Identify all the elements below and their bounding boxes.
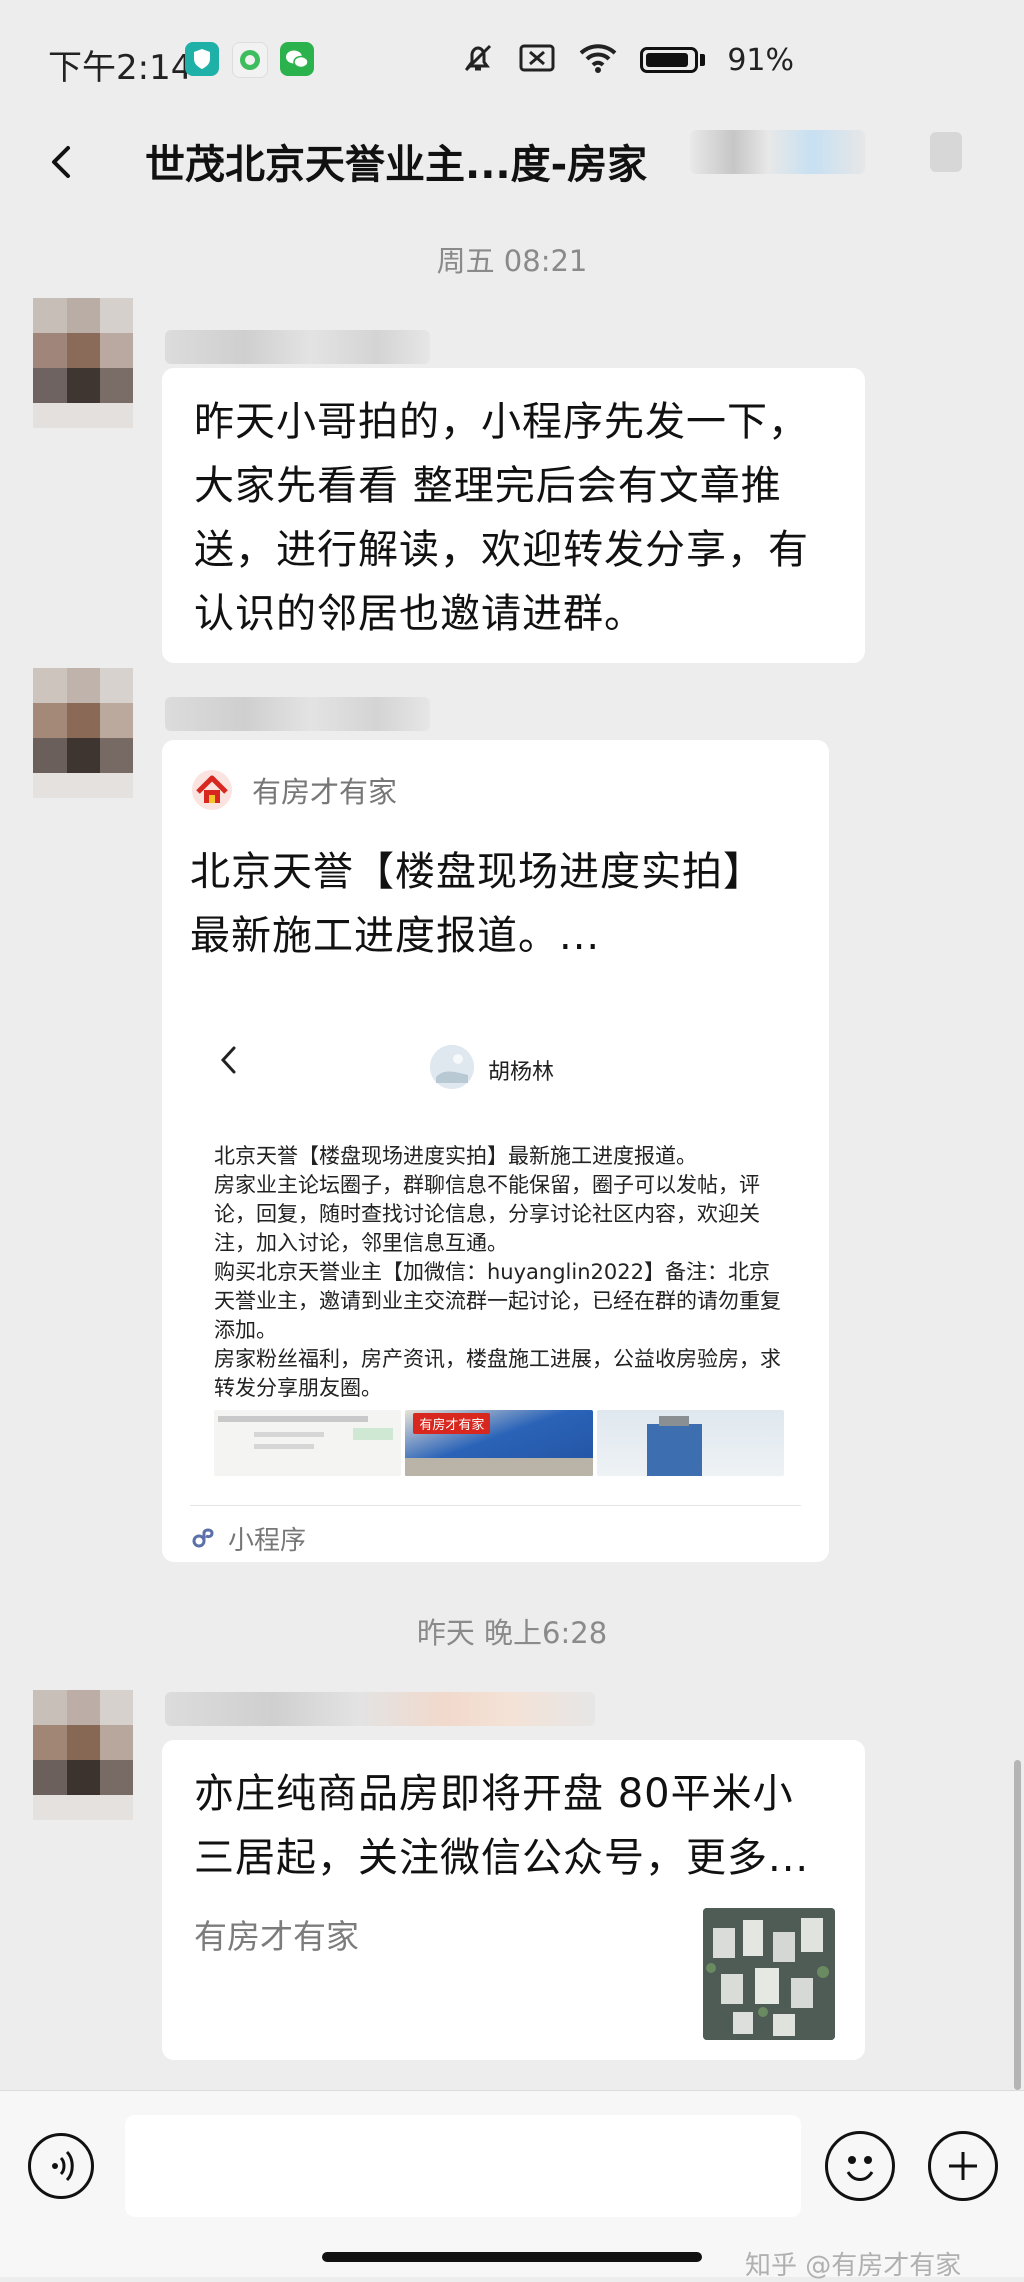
voice-icon: [52, 2150, 74, 2182]
battery-icon: [640, 47, 706, 73]
shield-app-icon: [185, 42, 219, 76]
preview-back-icon: [214, 1040, 244, 1084]
divider: [190, 1505, 801, 1506]
chat-title[interactable]: 世茂北京天誉业主...度-房家: [145, 132, 647, 190]
mini-program-icon: [190, 1523, 218, 1555]
message-input[interactable]: [125, 2115, 801, 2217]
status-icons: 91%: [460, 40, 794, 80]
plus-button[interactable]: [928, 2131, 998, 2201]
mute-bell-icon: [460, 40, 496, 80]
title-blur: [930, 132, 962, 172]
mini-program-title: 北京天誉【楼盘现场进度实拍】最新施工进度报道。...: [190, 849, 764, 959]
sender-name-blur: [165, 1692, 595, 1726]
article-title: 亦庄纯商品房即将开盘 80平米小三居起，关注微信公众号，更多...: [194, 1771, 810, 1881]
mini-program-footer: 小程序: [190, 1520, 306, 1557]
scrollbar[interactable]: [1014, 1760, 1021, 2090]
home-indicator[interactable]: [322, 2252, 702, 2262]
timestamp: 昨天 晚上6:28: [416, 1616, 608, 1650]
avatar[interactable]: [33, 1690, 133, 1820]
mini-program-header: 有房才有家: [190, 768, 397, 812]
wechat-clean-app-icon: [232, 42, 268, 78]
thumbnail-screenshot: [214, 1410, 402, 1476]
status-bar: 下午2:14 91%: [0, 0, 1024, 120]
preview-body: 北京天誉【楼盘现场进度实拍】最新施工进度报道。 房家业主论坛圈子，群聊信息不能保…: [214, 1144, 781, 1400]
back-button[interactable]: [30, 128, 100, 198]
chevron-left-icon: [52, 146, 70, 178]
thumbnail-building-2: [596, 1410, 784, 1476]
mini-program-card[interactable]: 有房才有家 北京天誉【楼盘现场进度实拍】最新施工进度报道。... 胡杨林 北京天…: [162, 740, 829, 1562]
message-bubble[interactable]: 昨天小哥拍的，小程序先发一下，大家先看看 整理完后会有文章推送，进行解读，欢迎转…: [162, 368, 865, 663]
preview-thumbnails: 有房才有家: [214, 1410, 784, 1476]
smiley-icon: [846, 2156, 874, 2181]
status-time: 下午2:14: [48, 48, 193, 88]
chat-header: 世茂北京天誉业主...度-房家: [0, 120, 1024, 215]
message-text: 昨天小哥拍的，小程序先发一下，大家先看看 整理完后会有文章推送，进行解读，欢迎转…: [194, 399, 809, 637]
house-logo-icon: [190, 768, 234, 812]
preview-avatar: [430, 1045, 474, 1089]
preview-name: 胡杨林: [488, 1060, 555, 1085]
mini-program-footer-label: 小程序: [228, 1526, 307, 1556]
thumbnail-caption: 有房才有家: [413, 1413, 491, 1434]
mini-program-source: 有房才有家: [252, 775, 398, 809]
timestamp: 周五 08:21: [436, 244, 588, 278]
wifi-icon: [578, 42, 618, 78]
battery-percent: 91%: [727, 42, 794, 78]
sender-name-blur: [165, 697, 430, 731]
thumbnail-building-1: 有房才有家: [405, 1410, 593, 1476]
avatar[interactable]: [33, 668, 133, 798]
no-sim-icon: [518, 42, 556, 78]
title-blur: [690, 130, 865, 174]
article-source: 有房才有家: [194, 1917, 359, 1956]
sender-name-blur: [165, 330, 430, 364]
emoji-button[interactable]: [825, 2131, 895, 2201]
wechat-app-icon: [280, 42, 314, 76]
article-card[interactable]: 亦庄纯商品房即将开盘 80平米小三居起，关注微信公众号，更多... 有房才有家: [162, 1740, 865, 2060]
plus-icon: [949, 2152, 977, 2180]
battery-level-fill: [646, 53, 689, 67]
avatar[interactable]: [33, 298, 133, 428]
article-thumbnail: [703, 1908, 835, 2040]
watermark: 知乎 @有房才有家: [745, 2251, 962, 2281]
voice-button[interactable]: [28, 2133, 94, 2199]
